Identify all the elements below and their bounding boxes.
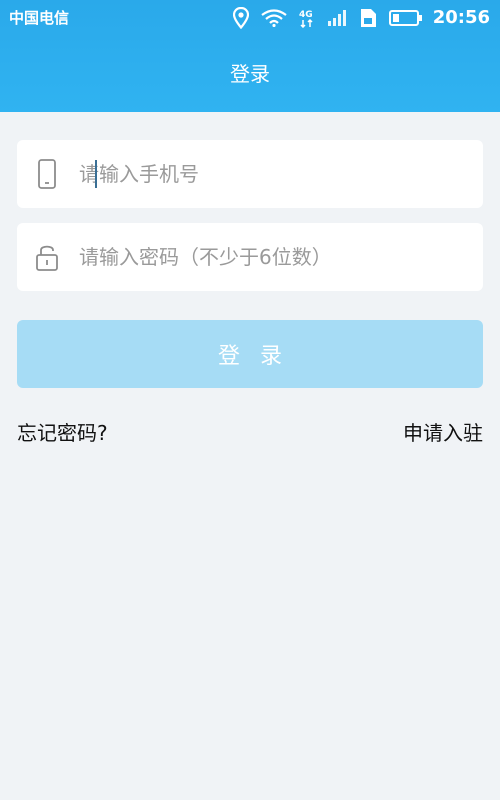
- location-icon: [232, 7, 249, 29]
- network-type-label: 4G: [299, 10, 313, 20]
- battery-icon: [388, 9, 423, 27]
- signal-icon: [327, 9, 347, 27]
- sim-card-icon: [359, 8, 377, 28]
- wifi-icon: [261, 9, 287, 27]
- forgot-password-link[interactable]: 忘记密码?: [17, 419, 108, 447]
- status-bar: 中国电信 4G 20:56: [0, 0, 500, 36]
- apply-link[interactable]: 申请入驻: [403, 419, 483, 447]
- lock-icon: [17, 242, 77, 272]
- page-title: 登录: [230, 62, 270, 86]
- network-type-icon: 4G: [299, 8, 315, 28]
- phone-icon: [17, 159, 77, 189]
- text-cursor: [95, 160, 97, 188]
- phone-field[interactable]: [17, 140, 483, 208]
- carrier-label: 中国电信: [9, 9, 70, 27]
- password-field[interactable]: [17, 223, 483, 291]
- login-button[interactable]: 登录: [17, 320, 483, 388]
- clock: 20:56: [432, 7, 490, 28]
- password-input[interactable]: [79, 245, 459, 269]
- phone-input[interactable]: [79, 162, 459, 186]
- status-icons: 4G 20:56: [221, 5, 490, 31]
- header: 中国电信 4G 20:56 登录: [0, 0, 500, 112]
